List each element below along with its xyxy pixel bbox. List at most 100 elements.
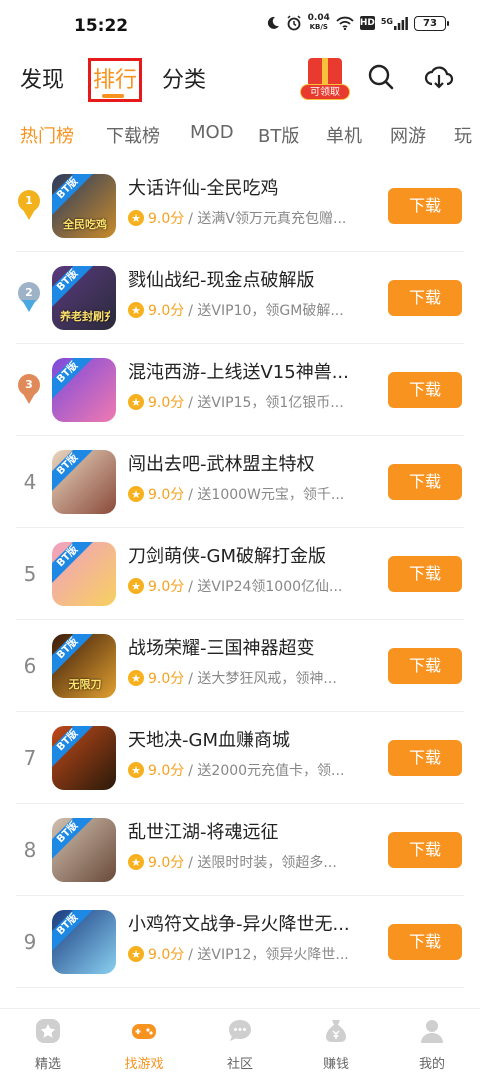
nav-featured[interactable]: 精选	[8, 1017, 88, 1072]
download-button[interactable]: 下载	[388, 556, 462, 592]
game-meta: ★ 9.0分 / 送VIP10，领GM破解...	[128, 300, 372, 320]
gift-label: 可领取	[300, 84, 350, 100]
game-title[interactable]: 大话许仙-全民吃鸡	[128, 174, 372, 200]
download-cloud-icon[interactable]	[424, 62, 454, 92]
bt-badge: BT版	[52, 174, 95, 216]
download-button[interactable]: 下载	[388, 648, 462, 684]
game-meta: ★ 9.0分 / 送VIP24领1000亿仙...	[128, 576, 372, 596]
nav-label: 社区	[226, 1057, 253, 1072]
game-title[interactable]: 小鸡符文战争-异火降世无...	[128, 910, 372, 936]
star-icon: ★	[128, 762, 144, 778]
net-speed-unit: KB/S	[309, 23, 328, 31]
category-hot[interactable]: 热门榜	[20, 122, 74, 148]
page: 15:22 0.04 KB/S HD 5G 73 发现 排行 分类 可领取 热门榜	[0, 0, 480, 1072]
game-meta: ★ 9.0分 / 送VIP12，领异火降世...	[128, 944, 372, 964]
alarm-icon	[287, 15, 301, 31]
game-title[interactable]: 天地决-GM血赚商城	[128, 726, 372, 752]
game-description: / 送VIP15，领1亿银币...	[188, 395, 344, 411]
game-title[interactable]: 混沌西游-上线送V15神兽...	[128, 358, 372, 384]
game-row[interactable]: 5 BT版 刀剑萌侠-GM破解打金版 ★ 9.0分 / 送VIP24领1000亿…	[0, 528, 480, 620]
game-icon[interactable]: BT版	[52, 726, 116, 790]
game-description: / 送1000W元宝，领千...	[188, 487, 345, 503]
tab-category[interactable]: 分类	[162, 62, 206, 94]
net-speed-value: 0.04	[307, 13, 330, 23]
game-meta: ★ 9.0分 / 送大梦狂风戒，领神...	[128, 668, 372, 688]
game-icon[interactable]: BT版 全民吃鸡	[52, 174, 116, 238]
game-icon[interactable]: BT版	[52, 818, 116, 882]
game-row[interactable]: 3 BT版 混沌西游-上线送V15神兽... ★ 9.0分 / 送VIP15，领…	[0, 344, 480, 436]
bottom-nav: 精选 找游戏 社区 赚钱 我的	[0, 1008, 480, 1072]
category-mod[interactable]: MOD	[190, 122, 234, 143]
nav-me[interactable]: 我的	[392, 1017, 472, 1072]
tab-discover[interactable]: 发现	[20, 62, 64, 94]
nav-community[interactable]: 社区	[200, 1017, 280, 1072]
category-single[interactable]: 单机	[326, 122, 362, 148]
game-description: / 送大梦狂风戒，领神...	[188, 671, 337, 687]
category-download[interactable]: 下载榜	[106, 122, 160, 148]
rank-medal-icon: 3	[16, 374, 42, 408]
game-score: 9.0分	[148, 211, 185, 227]
download-button[interactable]: 下载	[388, 188, 462, 224]
game-score: 9.0分	[148, 947, 185, 963]
game-icon-text: 养老封刷充	[60, 310, 110, 323]
category-more[interactable]: 玩	[454, 122, 472, 148]
game-icon[interactable]: BT版	[52, 450, 116, 514]
game-description: / 送2000元充值卡，领...	[188, 763, 345, 779]
game-description: / 送限时时装，领超多...	[188, 855, 337, 871]
game-description: / 送满V领万元真充包赠...	[188, 211, 347, 227]
signal-bars-icon	[394, 16, 408, 30]
category-bt[interactable]: BT版	[258, 122, 299, 148]
bt-badge: BT版	[52, 818, 95, 860]
download-button[interactable]: 下载	[388, 464, 462, 500]
game-icon[interactable]: BT版	[52, 910, 116, 974]
nav-label: 我的	[418, 1057, 445, 1072]
game-description: / 送VIP24领1000亿仙...	[188, 579, 343, 595]
download-button[interactable]: 下载	[388, 372, 462, 408]
search-icon[interactable]	[366, 62, 396, 92]
game-icon-text: 无限刀	[68, 678, 102, 691]
game-meta: ★ 9.0分 / 送满V领万元真充包赠...	[128, 208, 372, 228]
game-title[interactable]: 闯出去吧-武林盟主特权	[128, 450, 372, 476]
game-row[interactable]: 8 BT版 乱世江湖-将魂远征 ★ 9.0分 / 送限时时装，领超多... 下载	[0, 804, 480, 896]
nav-label: 赚钱	[322, 1057, 349, 1072]
gift-button[interactable]: 可领取	[300, 58, 350, 102]
signal-label: 5G	[380, 16, 393, 26]
bt-badge: BT版	[52, 634, 95, 676]
download-button[interactable]: 下载	[388, 924, 462, 960]
game-title[interactable]: 乱世江湖-将魂远征	[128, 818, 372, 844]
star-icon: ★	[128, 210, 144, 226]
hd-badge: HD	[359, 16, 375, 30]
nav-find-games[interactable]: 找游戏	[104, 1017, 184, 1072]
rank-number: 4	[23, 470, 37, 494]
nav-label: 找游戏	[124, 1057, 164, 1072]
game-row[interactable]: 2 BT版 养老封刷充 戮仙战纪-现金点破解版 ★ 9.0分 / 送VIP10，…	[0, 252, 480, 344]
bt-badge: BT版	[52, 910, 95, 952]
game-meta: ★ 9.0分 / 送1000W元宝，领千...	[128, 484, 372, 504]
game-icon[interactable]: BT版 养老封刷充	[52, 266, 116, 330]
game-row[interactable]: 6 BT版 无限刀 战场荣耀-三国神器超变 ★ 9.0分 / 送大梦狂风戒，领神…	[0, 620, 480, 712]
game-row[interactable]: 9 BT版 小鸡符文战争-异火降世无... ★ 9.0分 / 送VIP12，领异…	[0, 896, 480, 988]
game-row[interactable]: 4 BT版 闯出去吧-武林盟主特权 ★ 9.0分 / 送1000W元宝，领千..…	[0, 436, 480, 528]
star-icon	[36, 1019, 60, 1043]
game-icon[interactable]: BT版 无限刀	[52, 634, 116, 698]
download-button[interactable]: 下载	[388, 832, 462, 868]
money-bag-icon	[326, 1020, 346, 1042]
game-title[interactable]: 战场荣耀-三国神器超变	[128, 634, 372, 660]
game-meta: ★ 9.0分 / 送限时时装，领超多...	[128, 852, 372, 872]
game-title[interactable]: 戮仙战纪-现金点破解版	[128, 266, 372, 292]
category-online[interactable]: 网游	[390, 122, 426, 148]
game-icon[interactable]: BT版	[52, 358, 116, 422]
net-speed: 0.04 KB/S	[308, 14, 330, 32]
game-row[interactable]: 1 BT版 全民吃鸡 大话许仙-全民吃鸡 ★ 9.0分 / 送满V领万元真充包赠…	[0, 160, 480, 252]
moon-icon	[267, 16, 279, 29]
category-tabs: 热门榜 下载榜 MOD BT版 单机 网游 玩	[0, 110, 480, 160]
game-title[interactable]: 刀剑萌侠-GM破解打金版	[128, 542, 372, 568]
signal: 5G	[380, 16, 408, 30]
game-icon[interactable]: BT版	[52, 542, 116, 606]
download-button[interactable]: 下载	[388, 280, 462, 316]
game-icon-text: 全民吃鸡	[63, 218, 107, 231]
download-button[interactable]: 下载	[388, 740, 462, 776]
game-row[interactable]: 7 BT版 天地决-GM血赚商城 ★ 9.0分 / 送2000元充值卡，领...…	[0, 712, 480, 804]
nav-earn[interactable]: 赚钱	[296, 1017, 376, 1072]
rank-number: 7	[23, 746, 37, 770]
